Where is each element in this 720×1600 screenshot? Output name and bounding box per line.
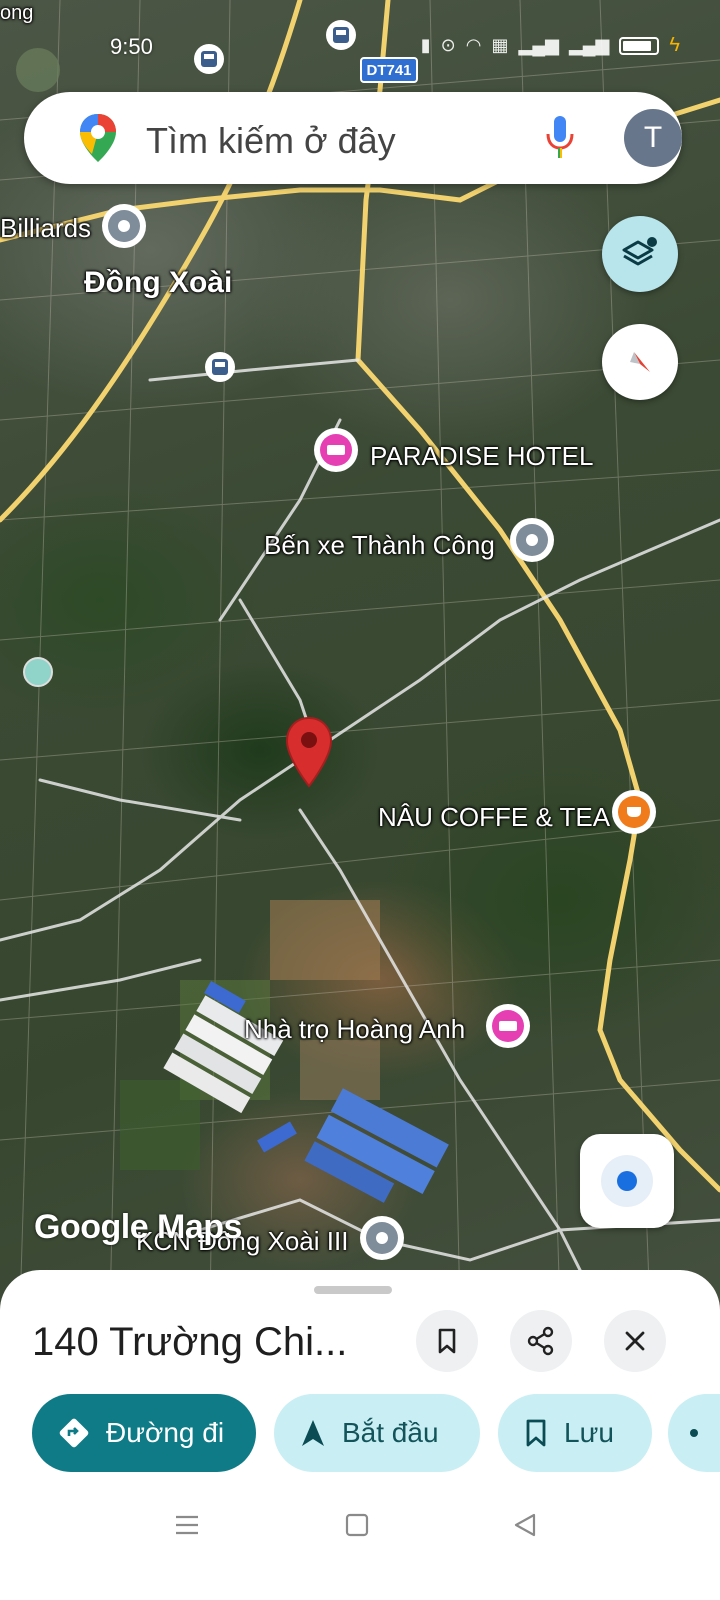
my-location-icon (601, 1155, 653, 1207)
directions-icon (58, 1417, 90, 1449)
map-label-paradise-hotel[interactable]: PARADISE HOTEL (370, 441, 593, 472)
map-label-nha-tro[interactable]: Nhà trọ Hoàng Anh (244, 1014, 465, 1045)
volte-icon: ▦ (491, 35, 509, 55)
layers-button[interactable] (602, 216, 678, 292)
more-icon (690, 1429, 698, 1437)
location-pin-icon[interactable] (284, 716, 334, 788)
sheet-drag-handle[interactable] (314, 1286, 392, 1294)
home-nav-icon[interactable] (342, 1510, 372, 1540)
google-maps-logo-icon (80, 114, 116, 162)
signal-icon: ▂▄▆ (518, 35, 559, 55)
map-label-ben-xe[interactable]: Bến xe Thành Công (264, 530, 495, 561)
google-maps-watermark: Google Maps (34, 1208, 242, 1246)
compass-icon (630, 352, 650, 372)
map-label-billiards[interactable]: Billiards (0, 213, 91, 244)
save-label: Lưu (564, 1417, 614, 1448)
poi-pin-icon[interactable] (510, 518, 554, 562)
cafe-icon[interactable] (612, 790, 656, 834)
close-icon (625, 1331, 645, 1351)
back-nav-icon[interactable] (510, 1510, 540, 1540)
directions-button[interactable]: Đường đi (32, 1394, 256, 1472)
charging-icon: ϟ (669, 34, 680, 56)
more-actions-chip[interactable] (668, 1394, 720, 1472)
save-button[interactable]: Lưu (498, 1394, 652, 1472)
menu-nav-icon[interactable] (172, 1510, 202, 1540)
bookmark-icon (438, 1328, 456, 1354)
place-bottom-sheet[interactable]: 140 Trường Chi... Đường đi Bắt đầu Lưu (0, 1270, 720, 1600)
start-navigation-button[interactable]: Bắt đầu (274, 1394, 480, 1472)
map-label-corner: ong (0, 2, 34, 24)
navigation-arrow-icon (300, 1418, 326, 1448)
search-input[interactable]: Tìm kiếm ở đây (146, 120, 396, 162)
my-location-button[interactable] (580, 1134, 674, 1228)
hotel-icon[interactable] (486, 1004, 530, 1048)
battery-icon (619, 36, 660, 55)
signal-icon-2: ▂▄▆ (568, 35, 610, 55)
save-bookmark-button[interactable] (416, 1310, 478, 1372)
microphone-icon[interactable] (544, 114, 576, 162)
bus-stop-icon[interactable] (194, 44, 224, 74)
map-roads (0, 0, 720, 1310)
location-status-icon: ⊙ (440, 35, 456, 55)
nfc-icon: ▮ (420, 35, 431, 55)
share-button[interactable] (510, 1310, 572, 1372)
place-title: 140 Trường Chi... (32, 1320, 348, 1364)
compass-button[interactable] (602, 324, 678, 400)
map-label-nau-coffee[interactable]: NÂU COFFE & TEA (378, 802, 610, 833)
directions-label: Đường đi (106, 1417, 225, 1448)
system-nav-bar (0, 1490, 720, 1560)
status-time: 9:50 (110, 34, 153, 59)
share-icon (527, 1326, 554, 1356)
bus-stop-icon[interactable] (326, 20, 356, 50)
bookmark-outline-icon (524, 1418, 548, 1448)
poi-pin-icon[interactable] (102, 204, 146, 248)
bus-stop-icon[interactable] (205, 352, 235, 382)
wifi-icon: ◠ (465, 35, 482, 55)
road-shield-dt741: DT741 (360, 57, 418, 83)
map-label-city: Đồng Xoài (84, 266, 233, 299)
close-button[interactable] (604, 1310, 666, 1372)
map-view[interactable] (0, 0, 720, 1310)
status-icons: ▮ ⊙ ◠ ▦ ▂▄▆ ▂▄▆ ϟ (421, 34, 680, 57)
account-avatar[interactable]: T (624, 109, 682, 167)
hotel-icon[interactable] (314, 428, 358, 472)
layers-icon (622, 237, 657, 266)
poi-pin-icon[interactable] (360, 1216, 404, 1260)
start-label: Bắt đầu (342, 1417, 439, 1448)
search-bar[interactable]: Tìm kiếm ở đây T (24, 92, 682, 184)
